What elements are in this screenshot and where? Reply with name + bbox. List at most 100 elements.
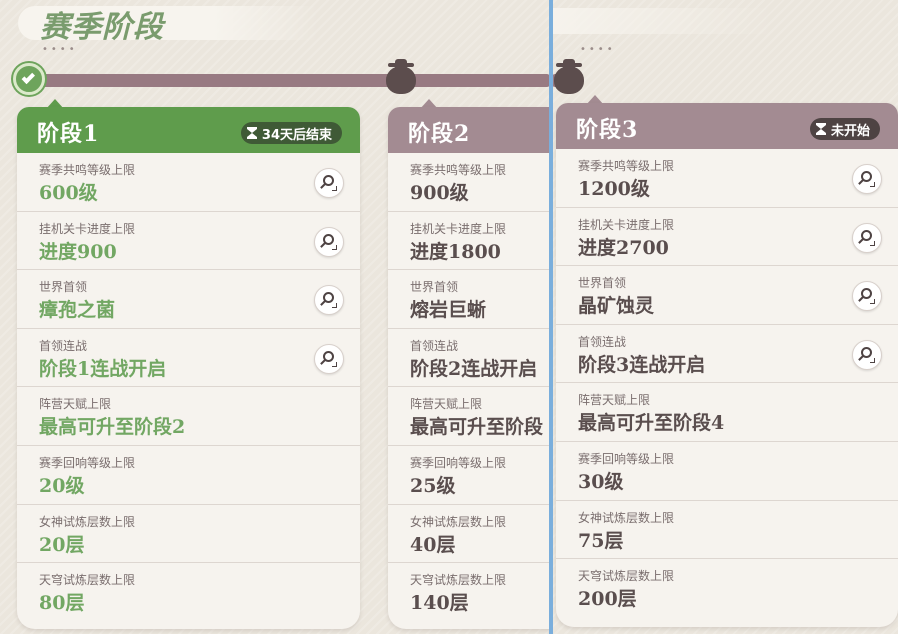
hourglass-icon bbox=[815, 123, 826, 135]
row-label: 挂机关卡进度上限 bbox=[39, 221, 136, 236]
list-item: 女神试炼层数上限 40层 bbox=[388, 505, 550, 564]
row-value: 200层 bbox=[578, 588, 637, 611]
list-item: 阵营天赋上限 最高可升至阶段2 bbox=[17, 387, 360, 446]
row-value: 最高可升至阶段4 bbox=[578, 412, 725, 435]
stage-1-node bbox=[13, 63, 45, 95]
status-badge: 34天后结束 bbox=[240, 122, 342, 144]
title-ribbon bbox=[552, 8, 772, 34]
magnifier-icon bbox=[323, 350, 337, 367]
row-label: 世界首领 bbox=[578, 276, 627, 291]
row-label: 天穹试炼层数上限 bbox=[39, 573, 136, 588]
row-value: 瘴孢之菌 bbox=[39, 299, 116, 322]
row-label: 赛季共鸣等级上限 bbox=[578, 159, 675, 173]
list-item: 阵营天赋上限 最高可升至阶段4 bbox=[556, 383, 898, 442]
inspect-button[interactable] bbox=[852, 339, 882, 370]
magnifier-icon bbox=[323, 233, 337, 250]
checkmark-icon bbox=[21, 70, 36, 84]
hourglass-icon bbox=[246, 127, 257, 139]
stage-card-header: 阶段1 34天后结束 bbox=[17, 107, 360, 153]
inspect-button[interactable] bbox=[314, 168, 344, 198]
row-value: 900级 bbox=[410, 182, 469, 204]
row-value: 最高可升至阶段 bbox=[410, 416, 544, 439]
row-label: 天穹试炼层数上限 bbox=[578, 569, 675, 584]
pane-divider bbox=[549, 0, 553, 634]
left-pane: 赛季阶段 •••• 阶段1 34天后结束 赛季共鸣等级上限 600级 挂机关卡进… bbox=[0, 0, 550, 634]
list-item: 挂机关卡进度上限 进度1800 bbox=[388, 212, 550, 271]
row-label: 赛季共鸣等级上限 bbox=[410, 163, 507, 177]
inspect-button[interactable] bbox=[852, 222, 882, 253]
list-item: 挂机关卡进度上限 进度2700 bbox=[556, 208, 898, 267]
row-label: 赛季回响等级上限 bbox=[39, 455, 136, 470]
list-item: 赛季共鸣等级上限 900级 bbox=[388, 153, 550, 212]
stage-card-header: 阶段3 未开始 bbox=[556, 103, 898, 149]
row-value: 140层 bbox=[410, 592, 469, 615]
row-value: 80层 bbox=[39, 592, 85, 615]
list-item: 赛季回响等级上限 25级 bbox=[388, 446, 550, 505]
stage-2-node bbox=[386, 59, 416, 94]
status-text: 未开始 bbox=[830, 123, 870, 139]
row-label: 首领连战 bbox=[39, 338, 88, 353]
row-value: 1200级 bbox=[578, 178, 650, 200]
list-item: 天穹试炼层数上限 200层 bbox=[556, 559, 898, 618]
row-value: 600级 bbox=[39, 182, 98, 204]
title-dots: •••• bbox=[42, 44, 78, 55]
status-badge: 未开始 bbox=[809, 118, 880, 140]
row-label: 世界首领 bbox=[410, 280, 459, 295]
list-item: 赛季回响等级上限 30级 bbox=[556, 442, 898, 501]
row-label: 赛季回响等级上限 bbox=[410, 455, 507, 470]
inspect-button[interactable] bbox=[852, 164, 882, 194]
row-value: 20层 bbox=[39, 533, 85, 556]
inspect-button[interactable] bbox=[852, 281, 882, 312]
stage-title: 阶段1 bbox=[37, 121, 100, 147]
magnifier-icon bbox=[861, 229, 875, 246]
row-label: 阵营天赋上限 bbox=[39, 397, 112, 412]
row-value: 进度2700 bbox=[578, 236, 669, 259]
row-value: 熔岩巨蜥 bbox=[410, 299, 487, 322]
row-value: 75层 bbox=[578, 529, 624, 552]
list-item: 首领连战 阶段2连战开启 bbox=[388, 329, 550, 388]
row-label: 世界首领 bbox=[39, 280, 88, 295]
stage-2-card: 阶段2 赛季共鸣等级上限 900级 挂机关卡进度上限 进度1800 世界首领 熔… bbox=[388, 107, 550, 629]
list-item: 阵营天赋上限 最高可升至阶段 bbox=[388, 387, 550, 446]
list-item: 世界首领 熔岩巨蜥 bbox=[388, 270, 550, 329]
magnifier-icon bbox=[323, 175, 337, 191]
list-item: 天穹试炼层数上限 140层 bbox=[388, 563, 550, 622]
row-label: 挂机关卡进度上限 bbox=[578, 217, 675, 232]
magnifier-icon bbox=[861, 346, 875, 363]
row-value: 20级 bbox=[39, 474, 85, 497]
stage-card-header: 阶段2 bbox=[388, 107, 550, 153]
row-label: 首领连战 bbox=[410, 338, 459, 353]
list-item: 首领连战 阶段3连战开启 bbox=[556, 325, 898, 384]
list-item: 首领连战 阶段1连战开启 bbox=[17, 329, 360, 388]
list-item: 世界首领 瘴孢之菌 bbox=[17, 270, 360, 329]
row-label: 赛季回响等级上限 bbox=[578, 451, 675, 466]
row-value: 25级 bbox=[410, 474, 456, 497]
row-value: 最高可升至阶段2 bbox=[39, 416, 186, 439]
right-pane: •••• 阶段3 未开始 赛季共鸣等级上限 1200级 挂机关卡进度上限 进度2… bbox=[552, 0, 898, 634]
row-value: 进度900 bbox=[39, 240, 117, 263]
row-value: 晶矿蚀灵 bbox=[578, 295, 655, 318]
list-item: 天穹试炼层数上限 80层 bbox=[17, 563, 360, 622]
row-value: 40层 bbox=[410, 533, 456, 556]
inspect-button[interactable] bbox=[314, 285, 344, 316]
stage-title: 阶段2 bbox=[408, 121, 471, 147]
inspect-button[interactable] bbox=[314, 343, 344, 374]
magnifier-icon bbox=[323, 292, 337, 309]
row-value: 阶段1连战开启 bbox=[39, 357, 167, 380]
row-label: 阵营天赋上限 bbox=[410, 397, 483, 412]
row-value: 阶段2连战开启 bbox=[410, 357, 538, 380]
list-item: 挂机关卡进度上限 进度900 bbox=[17, 212, 360, 271]
magnifier-icon bbox=[861, 288, 875, 305]
title-dots: •••• bbox=[580, 44, 616, 55]
row-label: 女神试炼层数上限 bbox=[39, 514, 136, 529]
row-label: 阵营天赋上限 bbox=[578, 393, 651, 408]
list-item: 赛季共鸣等级上限 600级 bbox=[17, 153, 360, 212]
list-item: 赛季共鸣等级上限 1200级 bbox=[556, 149, 898, 208]
stage-title: 阶段3 bbox=[576, 117, 639, 143]
list-item: 世界首领 晶矿蚀灵 bbox=[556, 266, 898, 325]
row-label: 挂机关卡进度上限 bbox=[410, 221, 507, 236]
row-value: 阶段3连战开启 bbox=[578, 353, 706, 376]
row-label: 女神试炼层数上限 bbox=[578, 510, 675, 525]
status-text: 34天后结束 bbox=[261, 127, 332, 143]
inspect-button[interactable] bbox=[314, 226, 344, 257]
